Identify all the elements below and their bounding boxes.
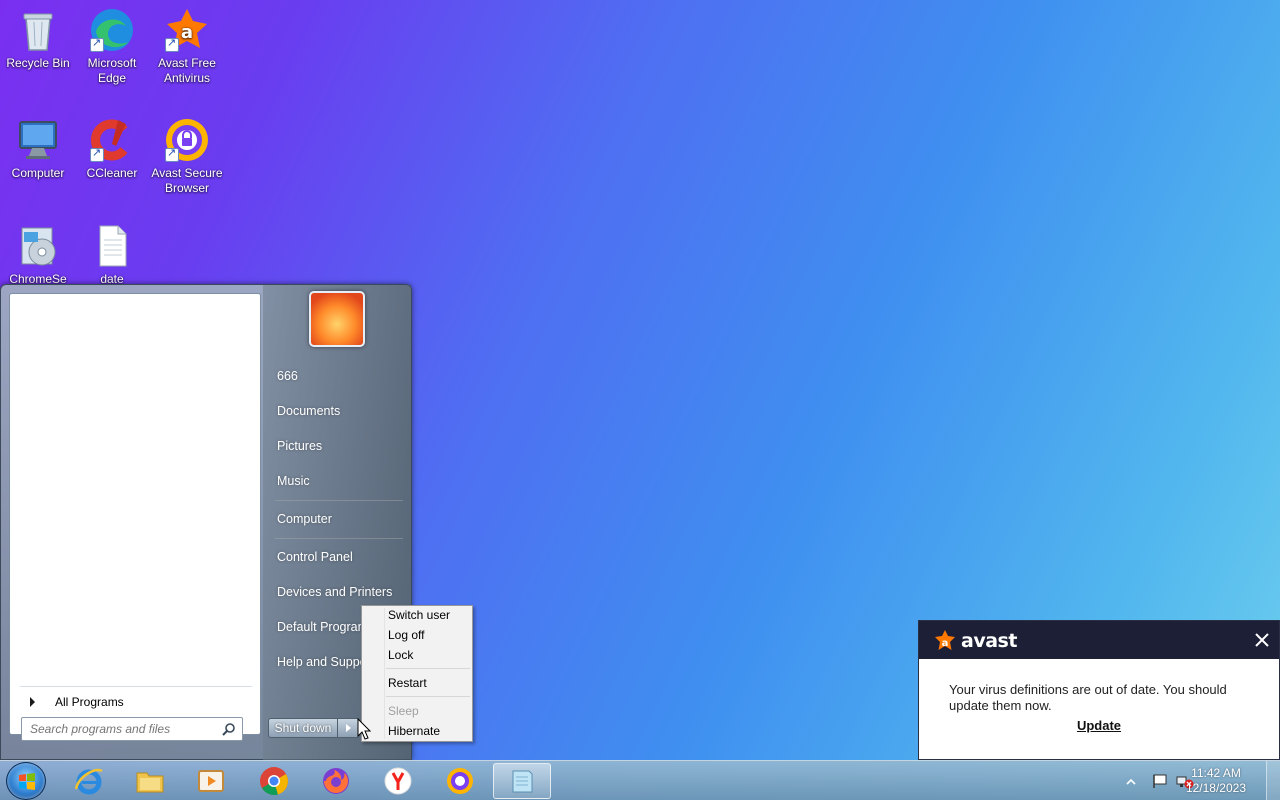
start-item-documents[interactable]: Documents <box>277 401 340 421</box>
windows-logo-icon <box>19 773 35 790</box>
desktop-icon-label: Microsoft Edge <box>87 56 137 85</box>
start-menu: All Programs 666 Documents Pictures Musi… <box>0 284 412 761</box>
start-menu-programs-pane: All Programs <box>9 293 261 735</box>
menu-item-lock[interactable]: Lock <box>388 646 413 664</box>
chrome-icon <box>260 767 288 796</box>
start-item-default-programs[interactable]: Default Programs <box>277 617 374 637</box>
avast-notification: a avast Your virus definitions are out o… <box>918 620 1280 760</box>
arrow-right-icon <box>30 696 35 707</box>
shut-down-button[interactable]: Shut down <box>268 718 338 738</box>
shortcut-arrow-icon <box>165 36 179 52</box>
user-avatar[interactable] <box>309 291 365 347</box>
menu-item-sleep: Sleep <box>388 704 419 718</box>
recycle-bin-icon <box>14 6 62 54</box>
avast-secure-browser-icon <box>163 116 211 164</box>
show-desktop-button[interactable] <box>1266 761 1280 800</box>
taskbar-file-explorer[interactable] <box>121 763 179 799</box>
taskbar-notepad[interactable] <box>493 763 551 799</box>
desktop-icon-label: Computer <box>11 166 65 180</box>
update-link[interactable]: Update <box>919 718 1279 733</box>
computer-icon <box>14 116 62 164</box>
menu-separator <box>386 668 470 669</box>
svg-text:a: a <box>181 22 193 43</box>
desktop-icon-date[interactable]: date <box>74 222 150 287</box>
avast-brand: avast <box>961 630 1017 652</box>
start-search-box[interactable] <box>21 717 243 741</box>
desktop-icon-ccleaner[interactable]: CCleaner <box>74 116 150 181</box>
desktop-icon-microsoft-edge[interactable]: Microsoft Edge <box>74 6 150 86</box>
avast-message: Your virus definitions are out of date. … <box>949 682 1227 713</box>
svg-text:a: a <box>942 638 949 649</box>
internet-explorer-icon <box>74 768 103 795</box>
action-center-flag-icon[interactable] <box>1152 772 1170 790</box>
search-icon[interactable] <box>222 722 236 736</box>
media-player-icon <box>198 770 224 792</box>
start-item-control-panel[interactable]: Control Panel <box>277 547 353 567</box>
taskbar-chrome[interactable] <box>245 763 303 799</box>
show-hidden-icons-icon[interactable] <box>1126 777 1136 787</box>
shortcut-arrow-icon <box>90 36 104 52</box>
desktop-icon-avast-secure-browser[interactable]: Avast Secure Browser <box>149 116 225 196</box>
avast-icon: a <box>163 6 211 54</box>
search-input[interactable] <box>22 718 212 740</box>
yandex-icon <box>384 767 412 795</box>
taskbar-clock[interactable]: 11:42 AM 12/18/2023 <box>1186 766 1246 796</box>
avast-notification-header: a avast <box>919 621 1279 659</box>
desktop-icon-label: Recycle Bin <box>6 56 70 70</box>
notepad-icon <box>512 770 533 793</box>
avast-logo-icon: a <box>935 630 955 650</box>
shortcut-arrow-icon <box>165 146 179 162</box>
start-item-devices-and-printers[interactable]: Devices and Printers <box>277 582 392 602</box>
all-programs-item[interactable]: All Programs <box>20 686 252 716</box>
start-item-music[interactable]: Music <box>277 471 310 491</box>
taskbar-firefox[interactable] <box>307 763 365 799</box>
menu-item-hibernate[interactable]: Hibernate <box>388 722 440 740</box>
start-button[interactable] <box>6 762 46 800</box>
installer-icon <box>14 222 62 270</box>
start-item-pictures[interactable]: Pictures <box>277 436 322 456</box>
shortcut-arrow-icon <box>90 146 104 162</box>
avast-logo: a avast <box>933 629 1017 653</box>
close-icon[interactable] <box>1253 631 1271 649</box>
desktop-icon-label: Avast Secure Browser <box>151 166 223 195</box>
taskbar-media-player[interactable] <box>182 763 240 799</box>
system-tray: 11:42 AM 12/18/2023 <box>1110 761 1280 800</box>
taskbar-yandex[interactable] <box>369 763 427 799</box>
taskbar: 11:42 AM 12/18/2023 <box>0 760 1280 800</box>
menu-separator <box>386 696 470 697</box>
desktop-icon-label: Avast Free Antivirus <box>158 56 216 85</box>
start-item-computer[interactable]: Computer <box>277 509 332 529</box>
menu-separator <box>275 538 403 539</box>
clock-time: 11:42 AM <box>1191 766 1241 780</box>
avast-browser-icon <box>447 768 473 794</box>
menu-item-switch-user[interactable]: Switch user <box>388 606 450 624</box>
shut-down-options-menu: Switch user Log off Lock Restart Sleep H… <box>361 605 473 742</box>
start-item-help-and-support[interactable]: Help and Support <box>277 652 374 672</box>
firefox-icon <box>323 768 349 794</box>
ccleaner-icon <box>88 116 136 164</box>
menu-item-restart[interactable]: Restart <box>388 674 427 692</box>
taskbar-internet-explorer[interactable] <box>60 763 118 799</box>
menu-item-log-off[interactable]: Log off <box>388 626 424 644</box>
desktop-icon-label: CCleaner <box>86 166 138 180</box>
start-item-user[interactable]: 666 <box>277 366 298 386</box>
desktop-icon-recycle-bin[interactable]: Recycle Bin <box>0 6 76 71</box>
mouse-cursor-icon <box>357 718 371 740</box>
taskbar-avast-secure-browser[interactable] <box>431 763 489 799</box>
desktop-icon-chromesetup[interactable]: ChromeSe <box>0 222 76 287</box>
desktop-icon-computer[interactable]: Computer <box>0 116 76 181</box>
clock-date: 12/18/2023 <box>1185 781 1246 795</box>
text-file-icon <box>88 222 136 270</box>
edge-icon <box>88 6 136 54</box>
file-explorer-icon <box>136 772 164 793</box>
all-programs-label: All Programs <box>55 694 124 709</box>
menu-separator <box>275 500 403 501</box>
desktop-icon-avast-free-antivirus[interactable]: a Avast Free Antivirus <box>149 6 225 86</box>
